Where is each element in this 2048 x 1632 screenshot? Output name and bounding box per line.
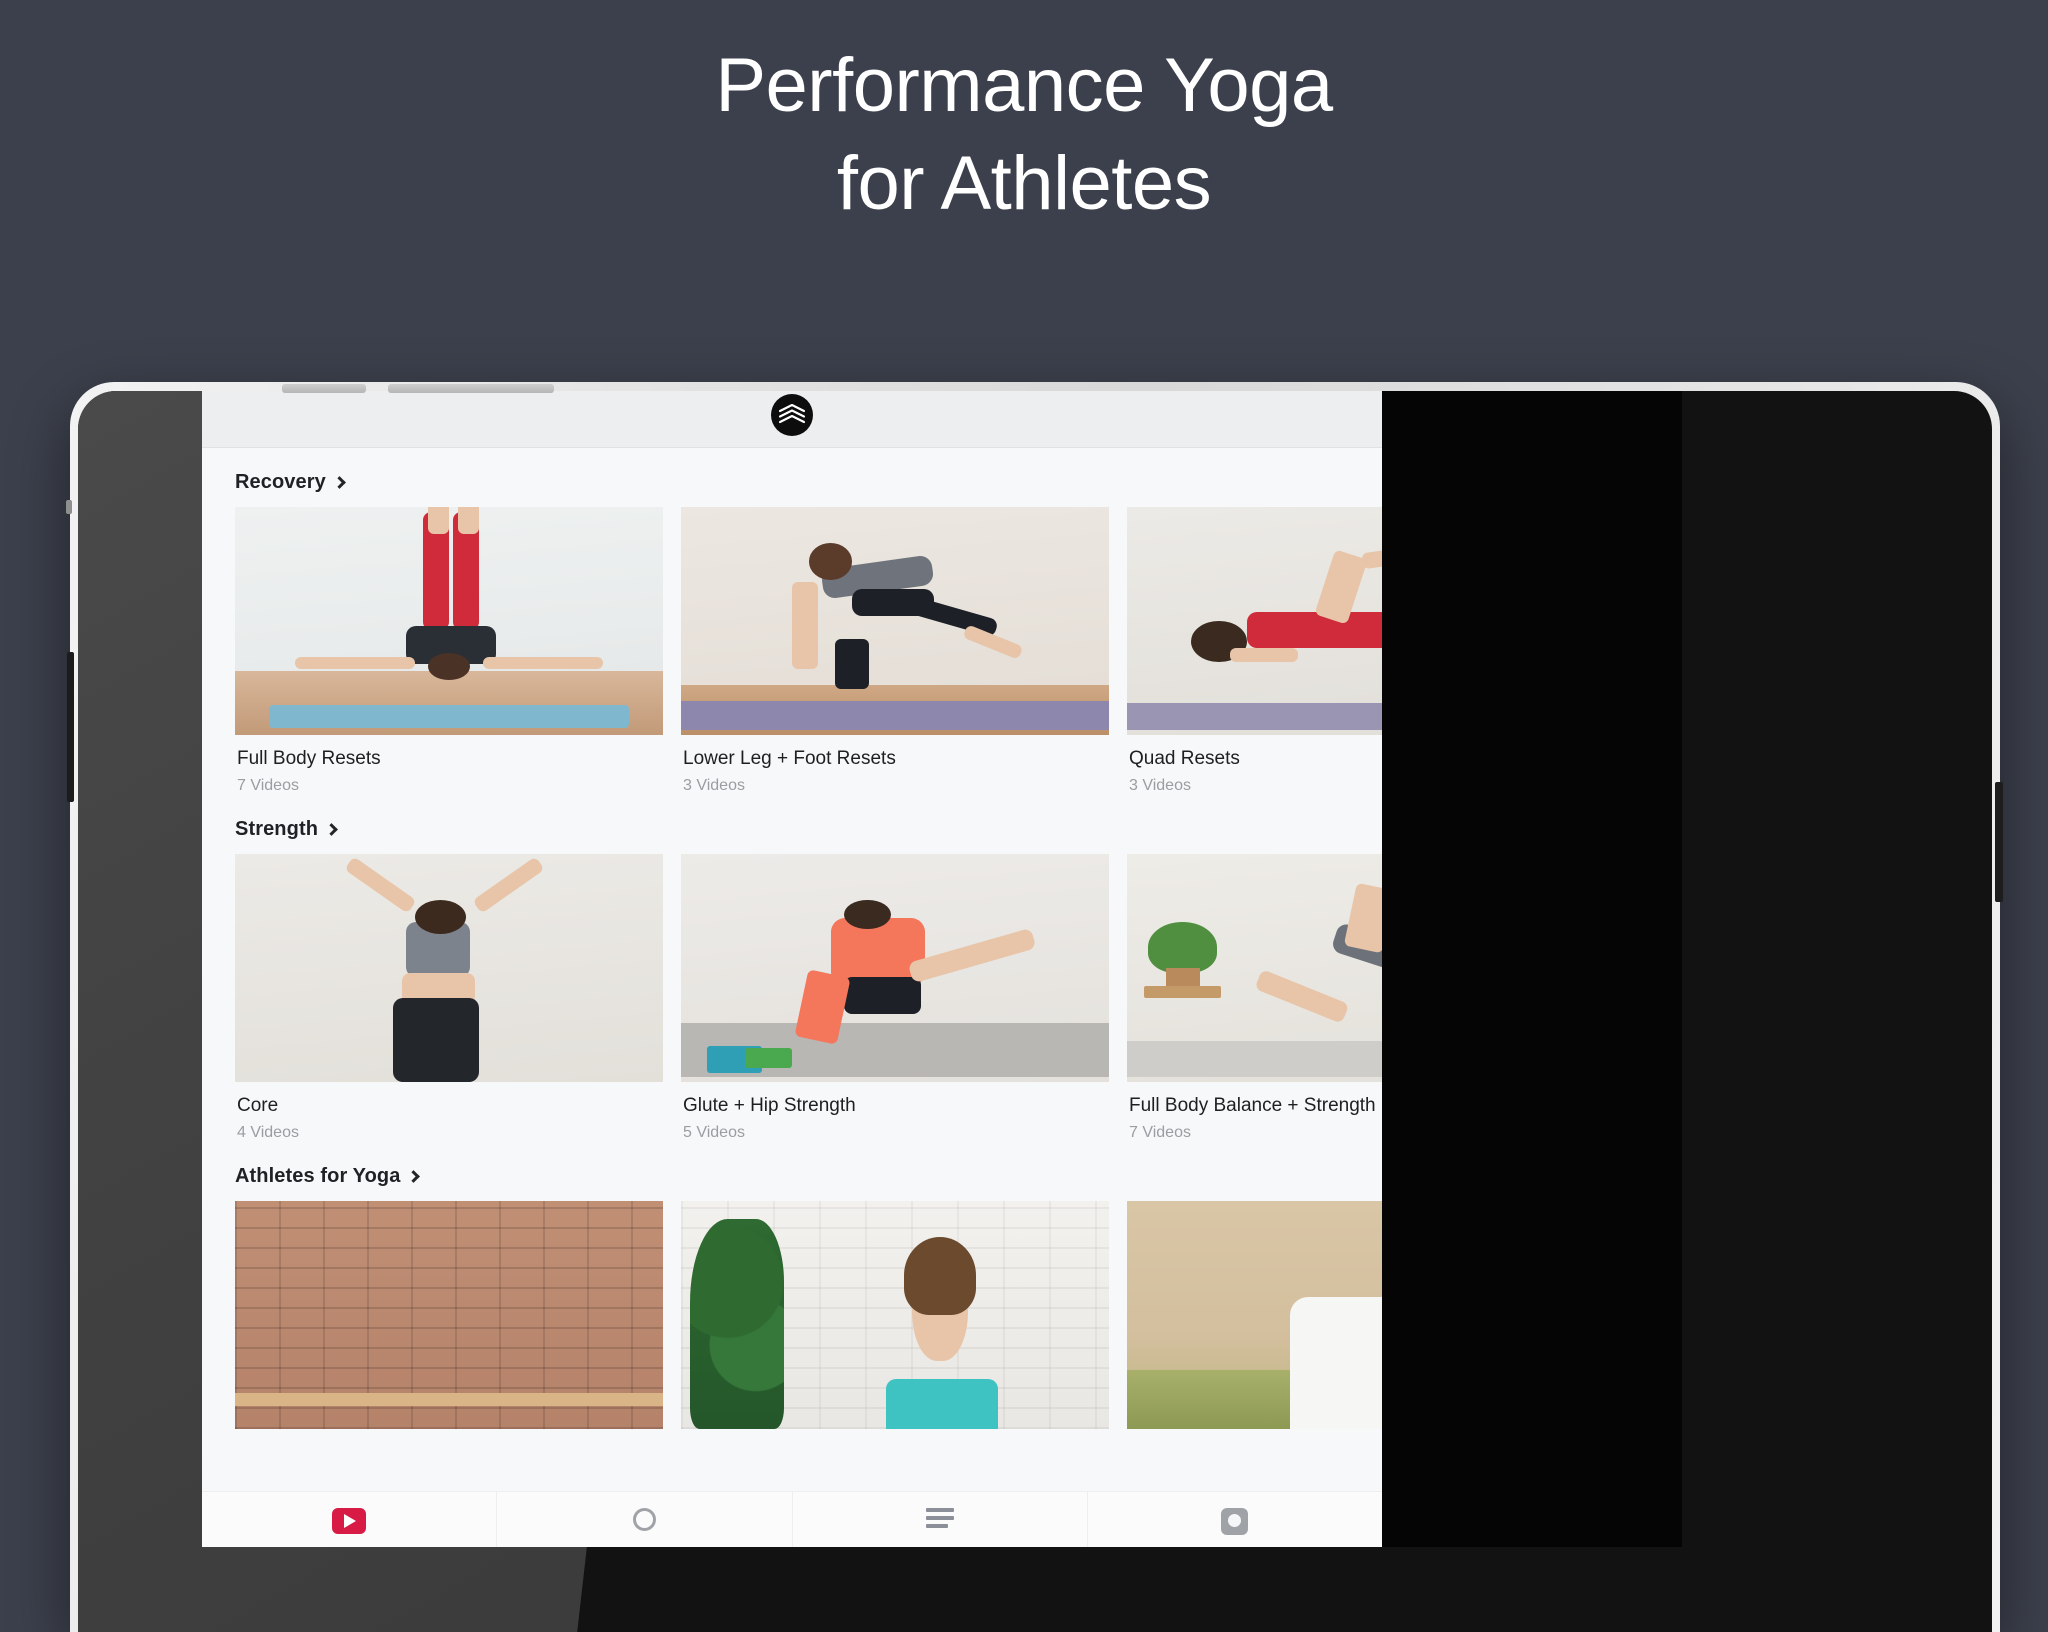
menu-bars-icon [925, 1508, 954, 1532]
card-thumbnail [235, 854, 663, 1082]
content-scroll[interactable]: Recovery Full Body Resets 7 Videos Lower… [202, 448, 1382, 1547]
app-screen: 2:42 99% [202, 391, 1382, 1547]
left-side-button[interactable] [67, 652, 74, 802]
screen-edge-cut [1382, 391, 1682, 1547]
section-title: Recovery [235, 471, 326, 493]
card-quad-resets[interactable]: Quad Resets 3 Videos [1127, 507, 1382, 795]
nav-item-play[interactable] [202, 1492, 498, 1547]
card-athlete-1[interactable] [235, 1201, 663, 1429]
card-thumbnail [1127, 507, 1382, 735]
bottom-navigation-bar [202, 1491, 1382, 1547]
card-row-athletes-for-yoga[interactable] [202, 1201, 1382, 1429]
promo-line-2: for Athletes [836, 141, 1212, 226]
card-subtitle: 3 Videos [1129, 777, 1191, 794]
section-title: Athletes for Yoga [235, 1165, 401, 1187]
card-title: Lower Leg + Foot Resets [683, 748, 896, 769]
card-athlete-2[interactable] [681, 1201, 1109, 1429]
nav-item-menu[interactable] [793, 1492, 1088, 1547]
tablet-bezel: 2:42 99% [78, 391, 1992, 1632]
card-thumbnail [681, 854, 1109, 1082]
card-subtitle: 7 Videos [1129, 1124, 1191, 1141]
card-title: Glute + Hip Strength [683, 1095, 856, 1116]
card-thumbnail [681, 1201, 1109, 1429]
card-thumbnail [235, 507, 663, 735]
section-recovery: Recovery Full Body Resets 7 Videos Lower… [202, 448, 1382, 795]
card-lower-leg-foot-resets[interactable]: Lower Leg + Foot Resets 3 Videos [681, 507, 1109, 795]
volume-button[interactable] [282, 384, 366, 393]
section-athletes-for-yoga: Athletes for Yoga [202, 1142, 1382, 1429]
card-title: Core [237, 1095, 279, 1116]
promo-headline: Performance Yoga for Athletes [0, 0, 2048, 300]
card-title: Full Body Balance + Strength [1129, 1095, 1376, 1116]
card-subtitle: 5 Videos [683, 1124, 745, 1141]
card-core[interactable]: Core 4 Videos [235, 854, 663, 1142]
card-glute-hip-strength[interactable]: Glute + Hip Strength 5 Videos [681, 854, 1109, 1142]
wave-chevron-logo-icon [778, 403, 806, 423]
chevron-right-icon [407, 1169, 421, 1183]
app-logo[interactable] [771, 393, 813, 436]
nav-item-home[interactable] [497, 1492, 793, 1547]
chevron-right-icon [325, 822, 338, 836]
card-row-strength[interactable]: Core 4 Videos Glute + Hip Strength 5 Vid… [202, 854, 1382, 1142]
card-thumbnail [681, 507, 1109, 735]
power-button[interactable] [388, 384, 554, 393]
section-title: Strength [235, 818, 319, 840]
section-strength: Strength Core 4 Videos Glute + Hip Stren… [202, 795, 1382, 1142]
right-side-button[interactable] [1995, 782, 2003, 902]
chevron-right-icon [332, 475, 346, 489]
section-header-strength[interactable]: Strength [202, 795, 1382, 854]
card-athlete-3[interactable] [1127, 1201, 1382, 1429]
app-bar [202, 391, 1382, 448]
play-button-icon [332, 1508, 367, 1534]
card-title: Full Body Resets [237, 748, 381, 769]
recent-apps-icon [1221, 1508, 1249, 1535]
card-thumbnail [235, 1201, 663, 1429]
left-side-port [66, 500, 72, 514]
card-full-body-balance-strength[interactable]: Full Body Balance + Strength 7 Videos [1127, 854, 1382, 1142]
card-thumbnail [1127, 1201, 1382, 1429]
card-subtitle: 4 Videos [237, 1124, 299, 1141]
section-header-recovery[interactable]: Recovery [202, 448, 1382, 507]
section-header-athletes-for-yoga[interactable]: Athletes for Yoga [202, 1142, 1382, 1201]
card-subtitle: 3 Videos [683, 777, 745, 794]
card-full-body-resets[interactable]: Full Body Resets 7 Videos [235, 507, 663, 795]
nav-item-recents[interactable] [1088, 1492, 1382, 1547]
promo-line-1: Performance Yoga [715, 43, 1333, 128]
circle-home-icon [632, 1508, 656, 1531]
card-row-recovery[interactable]: Full Body Resets 7 Videos Lower Leg + Fo… [202, 507, 1382, 795]
card-title: Quad Resets [1129, 748, 1240, 769]
tablet-frame: 2:42 99% [70, 382, 2000, 1632]
card-thumbnail [1127, 854, 1382, 1082]
tablet-device: 2:42 99% [66, 382, 2003, 1632]
card-subtitle: 7 Videos [237, 777, 299, 794]
